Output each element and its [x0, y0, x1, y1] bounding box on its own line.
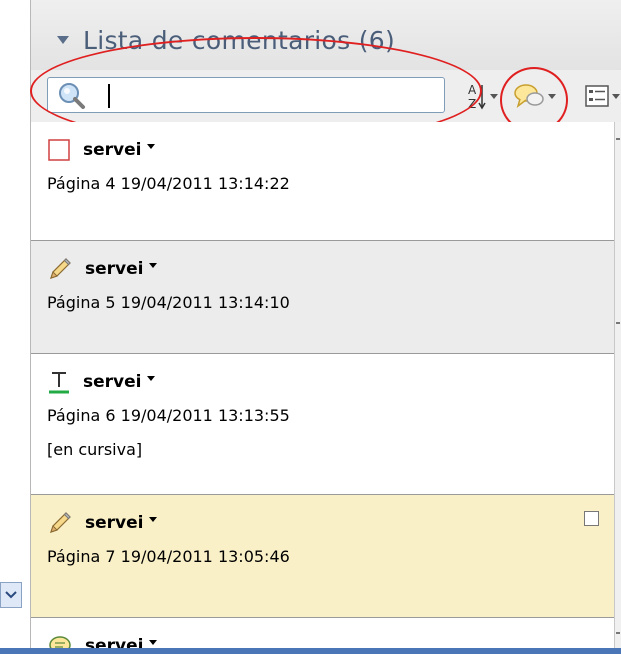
- search-box[interactable]: [47, 77, 445, 113]
- comment-author[interactable]: servei: [83, 140, 141, 160]
- speech-bubbles-icon: [514, 84, 544, 108]
- search-icon: [56, 81, 86, 113]
- scroll-up-mark[interactable]: [616, 138, 620, 140]
- comment-header: servei: [47, 368, 156, 396]
- comments-toolbar: A Z: [30, 70, 621, 122]
- author-chevron-icon[interactable]: [147, 143, 156, 149]
- scroll-thumb-grip[interactable]: [616, 322, 620, 324]
- left-dropdown-button[interactable]: [0, 582, 22, 608]
- text-insert-icon: [49, 372, 69, 394]
- search-input[interactable]: [98, 82, 428, 108]
- comment-item-selected[interactable]: servei Página 7 19/04/2011 13:05:46: [31, 495, 614, 618]
- left-strip: [0, 0, 30, 654]
- comment-header: servei: [47, 509, 158, 537]
- bottom-border: [0, 648, 621, 654]
- comment-header: servei: [47, 136, 156, 164]
- rectangle-icon: [48, 139, 70, 161]
- list-options-icon: [585, 85, 609, 107]
- pencil-icon: [50, 258, 71, 279]
- sort-az-icon: A Z: [468, 83, 486, 111]
- author-chevron-icon[interactable]: [149, 516, 158, 522]
- comment-item[interactable]: servei Página 6 19/04/2011 13:13:55 [en …: [31, 354, 614, 495]
- author-chevron-icon[interactable]: [147, 375, 156, 381]
- comments-list: servei Página 4 19/04/2011 13:14:22 serv…: [30, 122, 614, 654]
- list-scrollbar[interactable]: [614, 122, 621, 654]
- collapse-triangle-icon[interactable]: [57, 36, 69, 44]
- comments-panel: Lista de comentarios (6) A Z servei Pági…: [30, 0, 621, 654]
- sort-button[interactable]: A Z: [465, 78, 498, 114]
- author-chevron-icon[interactable]: [149, 262, 158, 268]
- comment-header: servei: [47, 255, 158, 283]
- comment-author[interactable]: servei: [85, 513, 143, 533]
- comment-meta: Página 7 19/04/2011 13:05:46: [47, 547, 290, 566]
- options-button[interactable]: [585, 78, 620, 114]
- panel-title: Lista de comentarios (6): [83, 25, 396, 55]
- comment-item[interactable]: servei Página 5 19/04/2011 13:14:10: [31, 241, 614, 354]
- comment-meta: Página 5 19/04/2011 13:14:10: [47, 293, 290, 312]
- filter-chevron-icon: [548, 93, 556, 99]
- author-chevron-icon[interactable]: [149, 639, 158, 645]
- comment-meta: Página 6 19/04/2011 13:13:55: [47, 406, 290, 425]
- svg-text:Z: Z: [468, 97, 476, 111]
- pencil-icon: [50, 512, 71, 533]
- sort-chevron-icon: [490, 93, 498, 99]
- comment-note: [en cursiva]: [47, 440, 143, 459]
- chevron-down-icon: [5, 591, 17, 599]
- comment-item[interactable]: servei Página 4 19/04/2011 13:14:22: [31, 122, 614, 241]
- options-chevron-icon: [612, 93, 620, 99]
- scroll-down-mark[interactable]: [616, 632, 620, 634]
- filter-comments-button[interactable]: [513, 78, 556, 114]
- comment-author[interactable]: servei: [83, 372, 141, 392]
- comment-author[interactable]: servei: [85, 259, 143, 279]
- panel-header[interactable]: Lista de comentarios (6): [30, 0, 621, 70]
- panel-title-wrap[interactable]: Lista de comentarios (6): [57, 22, 395, 58]
- text-caret: [108, 84, 110, 108]
- comment-checkbox[interactable]: [584, 511, 599, 526]
- svg-text:A: A: [468, 83, 477, 97]
- comment-meta: Página 4 19/04/2011 13:14:22: [47, 174, 290, 193]
